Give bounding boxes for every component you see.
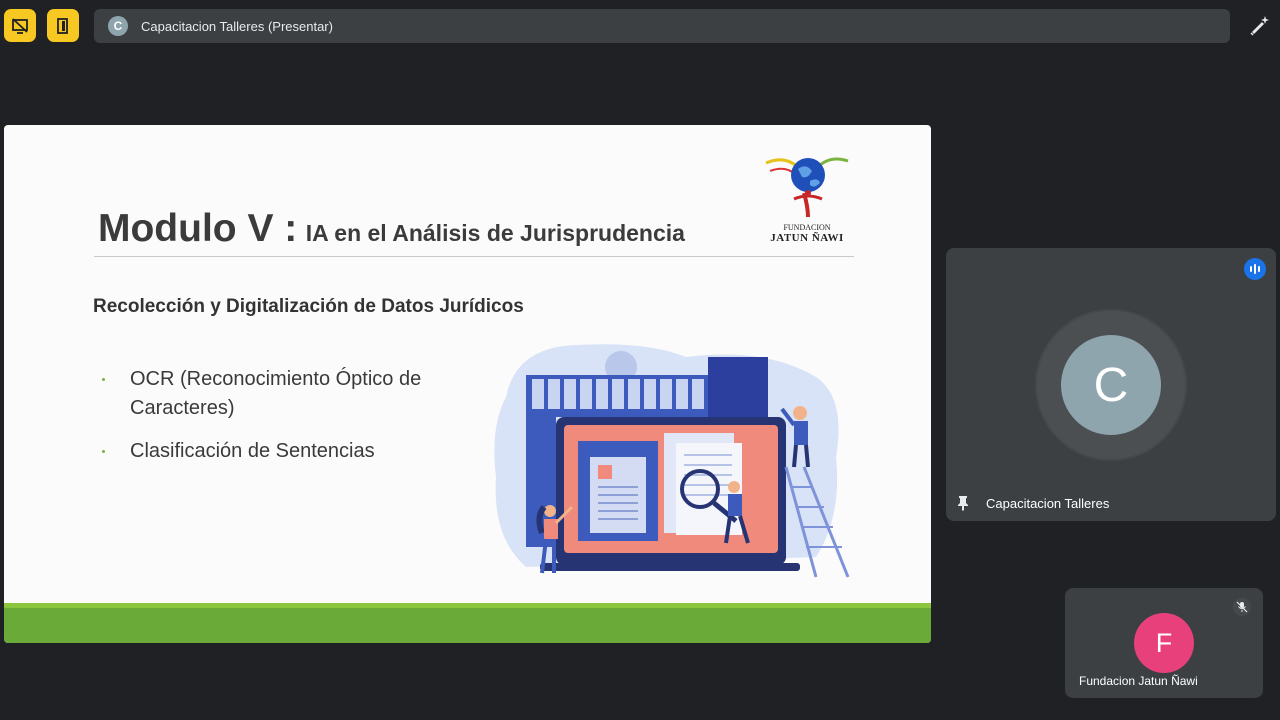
stop-presenting-button[interactable] [4, 9, 36, 42]
speaking-indicator [1244, 258, 1266, 280]
slide-title-main: Modulo V : [98, 207, 298, 250]
list-item: Clasificación de Sentencias [102, 437, 462, 466]
data-digitalization-illustration [494, 344, 850, 578]
bullet-list: OCR (Reconocimiento Óptico de Caracteres… [102, 365, 462, 480]
list-item: OCR (Reconocimiento Óptico de Caracteres… [102, 365, 462, 423]
bullet-text: OCR (Reconocimiento Óptico de Caracteres… [130, 368, 422, 419]
avatar: F [1134, 613, 1194, 673]
bullet-dot [102, 378, 105, 381]
meeting-avatar: C [108, 16, 128, 36]
presentation-slide: Modulo V : IA en el Análisis de Jurispru… [4, 125, 931, 643]
bullet-text: Clasificación de Sentencias [130, 440, 375, 462]
slide-subtitle: Recolección y Digitalización de Datos Ju… [93, 296, 524, 317]
leave-button[interactable] [47, 9, 79, 42]
meeting-title-bar[interactable]: C Capacitacion Talleres (Presentar) [94, 9, 1230, 43]
slide-title-sub: IA en el Análisis de Jurisprudencia [305, 220, 685, 246]
title-divider [94, 256, 854, 257]
participant-name: Fundacion Jatun Ñawi [1079, 674, 1198, 688]
avatar: C [1061, 335, 1161, 435]
door-icon [57, 17, 68, 34]
avatar-ring: C [1037, 311, 1185, 459]
participant-tile-fundacion[interactable]: F Fundacion Jatun Ñawi [1065, 588, 1263, 698]
present-off-icon [12, 17, 28, 34]
audio-wave-icon [1250, 264, 1260, 274]
fundacion-logo: FUNDACION JATUN ÑAWI [764, 153, 850, 248]
pin-icon[interactable] [956, 495, 970, 511]
participant-name: Capacitacion Talleres [986, 496, 1110, 511]
edit-button[interactable] [1244, 10, 1274, 40]
mic-off-icon [1236, 601, 1248, 613]
slide-title: Modulo V : IA en el Análisis de Jurispru… [98, 207, 685, 251]
participant-tile-capacitacion[interactable]: C Capacitacion Talleres [946, 248, 1276, 521]
pen-sparkle-icon [1250, 16, 1269, 36]
top-bar: C Capacitacion Talleres (Presentar) [0, 0, 1280, 52]
logo-line-1: FUNDACION [783, 223, 831, 232]
footer-accent-line [4, 603, 931, 608]
bullet-dot [102, 450, 105, 453]
meeting-title: Capacitacion Talleres (Presentar) [141, 18, 333, 34]
footer-bar [4, 603, 931, 643]
logo-line-2: JATUN ÑAWI [770, 232, 844, 244]
mic-off-indicator [1233, 598, 1251, 616]
